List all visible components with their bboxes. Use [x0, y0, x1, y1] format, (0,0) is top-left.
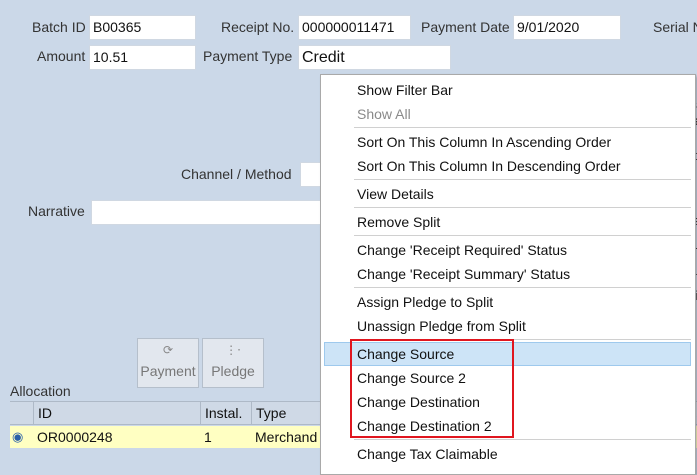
allocation-label: Allocation [10, 383, 71, 399]
row-instal: 1 [204, 429, 212, 445]
menu-separator [354, 235, 691, 236]
serial-label: Serial N [653, 19, 697, 35]
menu-item-show-filter-bar[interactable]: Show Filter Bar [357, 82, 453, 98]
narrative-field[interactable] [91, 200, 322, 225]
menu-item-sort-descending[interactable]: Sort On This Column In Descending Order [357, 158, 621, 174]
menu-separator [354, 339, 691, 340]
payment-button-label: Payment [140, 363, 196, 379]
pledge-button-label: Pledge [211, 363, 255, 379]
menu-separator [354, 179, 691, 180]
menu-separator [354, 207, 691, 208]
menu-item-change-receipt-required[interactable]: Change 'Receipt Required' Status [357, 242, 567, 258]
pledge-button[interactable]: ⋮⋅ Pledge [202, 338, 264, 388]
menu-item-show-all[interactable]: Show All [357, 106, 411, 122]
row-type: Merchand [255, 429, 318, 445]
batch-id-field[interactable]: B00365 [89, 15, 196, 40]
menu-separator [354, 127, 691, 128]
amount-label: Amount [37, 48, 86, 64]
menu-separator [354, 439, 691, 440]
row-id: OR0000248 [37, 429, 113, 445]
payment-type-label: Payment Type [203, 48, 293, 64]
menu-separator [354, 287, 691, 288]
receipt-no-field[interactable]: 000000011471 [298, 15, 411, 40]
menu-item-change-destination-2[interactable]: Change Destination 2 [357, 418, 492, 434]
menu-item-change-tax-claimable[interactable]: Change Tax Claimable [357, 446, 498, 462]
channel-method-field[interactable] [300, 162, 322, 187]
menu-item-view-details[interactable]: View Details [357, 186, 434, 202]
row-globe-icon: ◉ [12, 429, 24, 444]
menu-item-change-destination[interactable]: Change Destination [357, 394, 480, 410]
channel-method-label: Channel / Method [181, 166, 292, 182]
column-header-id[interactable]: ID [33, 402, 198, 424]
menu-item-sort-ascending[interactable]: Sort On This Column In Ascending Order [357, 134, 611, 150]
menu-item-unassign-pledge[interactable]: Unassign Pledge from Split [357, 318, 526, 334]
payment-date-label: Payment Date [421, 19, 510, 35]
payment-button[interactable]: ⟳ Payment [137, 338, 199, 388]
amount-field[interactable]: 10.51 [89, 45, 196, 70]
context-menu: Show Filter Bar Show All Sort On This Co… [320, 74, 696, 475]
receipt-no-label: Receipt No. [221, 19, 295, 35]
menu-item-change-receipt-summary[interactable]: Change 'Receipt Summary' Status [357, 266, 570, 282]
column-header-type[interactable]: Type [251, 402, 326, 424]
pledge-icon: ⋮⋅ [225, 343, 241, 357]
menu-item-assign-pledge[interactable]: Assign Pledge to Split [357, 294, 493, 310]
narrative-label: Narrative [28, 203, 85, 219]
menu-item-remove-split[interactable]: Remove Split [357, 214, 440, 230]
column-header-instal[interactable]: Instal. [200, 402, 253, 424]
payment-type-field[interactable]: Credit [298, 45, 451, 70]
payment-icon: ⟳ [162, 343, 174, 357]
payment-date-field[interactable]: 9/01/2020 [513, 15, 621, 40]
menu-item-change-source[interactable]: Change Source [357, 346, 454, 362]
batch-id-label: Batch ID [32, 19, 86, 35]
menu-item-change-source-2[interactable]: Change Source 2 [357, 370, 466, 386]
